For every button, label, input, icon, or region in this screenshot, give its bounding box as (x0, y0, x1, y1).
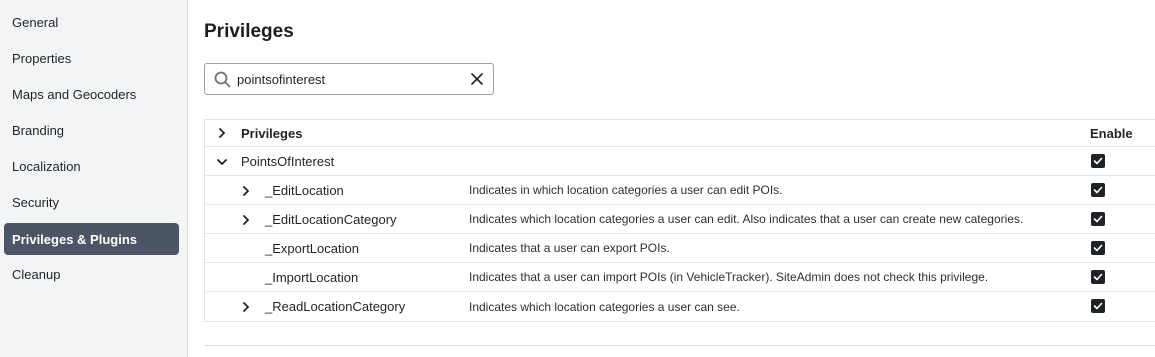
enable-checkbox[interactable] (1091, 212, 1105, 226)
sidebar-item-maps-and-geocoders[interactable]: Maps and Geocoders (4, 78, 179, 110)
check-icon (1093, 273, 1103, 281)
check-icon (1093, 186, 1103, 194)
table-row: _EditLocationCategory Indicates which lo… (205, 205, 1155, 234)
privileges-table: Privileges Enable PointsOfInterest _Edit… (204, 119, 1155, 322)
sidebar-item-general[interactable]: General (4, 6, 179, 38)
privilege-description: Indicates which location categories a us… (469, 299, 740, 314)
table-row: _ReadLocationCategory Indicates which lo… (205, 292, 1155, 321)
sidebar: General Properties Maps and Geocoders Br… (0, 0, 188, 357)
sidebar-item-label: Properties (12, 50, 72, 66)
chevron-down-icon[interactable] (217, 157, 227, 167)
sidebar-item-label: Cleanup (12, 266, 61, 282)
privilege-description: Indicates that a user can import POIs (i… (469, 270, 989, 284)
sidebar-item-privileges-plugins[interactable]: Privileges & Plugins (4, 223, 179, 255)
column-header-privileges: Privileges (241, 125, 303, 141)
enable-checkbox[interactable] (1091, 183, 1105, 197)
privilege-name: _EditLocation (265, 182, 344, 198)
check-icon (1093, 215, 1103, 223)
table-row: _ExportLocation Indicates that a user ca… (205, 234, 1155, 263)
chevron-right-icon[interactable] (241, 302, 251, 312)
sidebar-item-label: General (12, 14, 59, 30)
sidebar-item-label: Security (12, 194, 59, 210)
sidebar-item-localization[interactable]: Localization (4, 150, 179, 182)
table-row: _ImportLocation Indicates that a user ca… (205, 263, 1155, 292)
group-name: PointsOfInterest (241, 153, 335, 169)
privilege-name: _ImportLocation (265, 269, 359, 285)
enable-checkbox[interactable] (1091, 154, 1105, 168)
close-icon[interactable] (470, 72, 484, 86)
table-row-group: PointsOfInterest (205, 147, 1155, 176)
sidebar-item-cleanup[interactable]: Cleanup (4, 258, 179, 290)
main-content: Privileges Privileges Enable PointsOfInt… (188, 0, 1155, 357)
privilege-name: _ReadLocationCategory (265, 299, 406, 314)
column-header-enable: Enable (1090, 125, 1133, 141)
chevron-right-icon[interactable] (241, 186, 251, 196)
enable-checkbox[interactable] (1091, 270, 1105, 284)
privilege-description: Indicates that a user can export POIs. (469, 241, 670, 255)
enable-checkbox[interactable] (1091, 299, 1105, 313)
sidebar-item-label: Branding (12, 122, 65, 138)
chevron-right-icon[interactable] (217, 128, 227, 138)
check-icon (1093, 302, 1103, 310)
search-input[interactable] (237, 64, 457, 94)
table-header-row: Privileges Enable (205, 120, 1155, 147)
divider (204, 345, 1155, 346)
privilege-description: Indicates in which location categories a… (469, 183, 783, 197)
search-icon (214, 71, 231, 88)
enable-checkbox[interactable] (1091, 241, 1105, 255)
page-title: Privileges (204, 21, 294, 42)
sidebar-item-label: Maps and Geocoders (12, 86, 137, 102)
privilege-name: _EditLocationCategory (265, 211, 397, 227)
check-icon (1093, 244, 1103, 252)
sidebar-item-security[interactable]: Security (4, 186, 179, 218)
check-icon (1093, 157, 1103, 165)
privilege-description: Indicates which location categories a us… (469, 212, 1024, 226)
sidebar-item-properties[interactable]: Properties (4, 42, 179, 74)
chevron-right-icon[interactable] (241, 215, 251, 225)
sidebar-item-branding[interactable]: Branding (4, 114, 179, 146)
sidebar-item-label: Localization (12, 158, 81, 174)
table-row: _EditLocation Indicates in which locatio… (205, 176, 1155, 205)
search-box (204, 63, 494, 95)
sidebar-item-label: Privileges & Plugins (12, 231, 137, 247)
privilege-name: _ExportLocation (265, 240, 359, 256)
